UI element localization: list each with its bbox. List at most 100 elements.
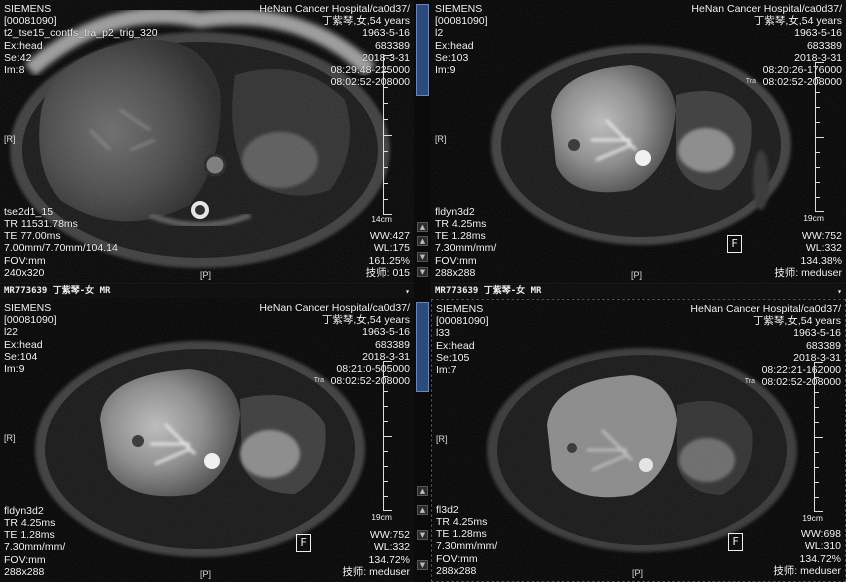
zoom-level: 134.38% xyxy=(800,254,842,267)
window-level: WL:310 xyxy=(804,540,841,553)
orientation-f-marker: F xyxy=(296,534,311,552)
institution: HeNan Cancer Hospital/ca0d37/ xyxy=(259,302,410,314)
scroll-up-arrow-icon[interactable]: ▲ xyxy=(417,222,428,232)
orientation-right-marker: [R] xyxy=(4,134,16,144)
scale-label: 19cm xyxy=(802,513,823,523)
info-bottom-right: WW:698 WL:310 134.72% 技师: meduser xyxy=(773,528,841,577)
series-number: Se:103 xyxy=(435,51,469,64)
patient-id: 683389 xyxy=(805,339,841,352)
manufacturer-label: SIEMENS xyxy=(436,303,484,315)
viewport-scroll-sidebar: ▲ ▲ ▼ ▼ ▲ ▲ ▼ ▼ xyxy=(414,0,431,582)
image-number: Im:8 xyxy=(4,64,25,77)
sequence-type: tse2d1_15 xyxy=(4,205,54,218)
tr-value: TR 4.25ms xyxy=(4,516,56,529)
scale-label: 14cm xyxy=(371,214,392,224)
orientation-tra-marker: Tra xyxy=(744,378,755,385)
technician: 技师: meduser xyxy=(773,564,841,577)
chevron-down-icon[interactable]: ▾ xyxy=(405,285,410,298)
orientation-posterior-marker: [P] xyxy=(200,270,212,280)
patient-id: 683389 xyxy=(374,39,410,52)
scroll-up-arrow-icon[interactable]: ▲ xyxy=(417,236,428,246)
zoom-level: 134.72% xyxy=(799,552,841,565)
sequence-name: t2_tse15_contfs_tra_p2_trig_320 xyxy=(4,27,158,40)
info-bottom-right: WW:752 WL:332 134.38% 技师: meduser xyxy=(774,230,842,279)
slice-thickness: 7.30mm/mm/ xyxy=(436,540,498,553)
chevron-down-icon[interactable]: ▾ xyxy=(837,285,842,298)
te-value: TE 1.28ms xyxy=(4,529,55,542)
institution: HeNan Cancer Hospital/ca0d37/ xyxy=(691,3,842,15)
orientation-posterior-marker: [P] xyxy=(632,568,644,578)
window-width: WW:427 xyxy=(369,230,410,243)
scroll-down-arrow-icon[interactable]: ▼ xyxy=(417,252,428,262)
exam-label: Ex:head xyxy=(435,39,474,52)
scale-ruler xyxy=(383,361,394,511)
series-number: Se:42 xyxy=(4,51,32,64)
viewport-3-title-strip[interactable]: MR773639 丁紫琴-女 MR ▾ xyxy=(0,285,414,298)
orientation-posterior-marker: [P] xyxy=(631,270,643,280)
tag-label: [00081090] xyxy=(4,15,57,28)
scale-ruler xyxy=(815,62,826,212)
viewport-2[interactable]: SIEMENS [00081090] l2 Ex:head Se:103 Im:… xyxy=(431,0,846,283)
tag-label: [00081090] xyxy=(435,15,488,28)
fov-value: FOV:mm xyxy=(4,553,46,566)
te-value: TE 1.28ms xyxy=(436,528,487,541)
institution: HeNan Cancer Hospital/ca0d37/ xyxy=(690,303,841,315)
manufacturer-label: SIEMENS xyxy=(435,3,483,15)
manufacturer-label: SIEMENS xyxy=(4,302,52,314)
zoom-level: 161.25% xyxy=(368,254,410,267)
scale-label: 19cm xyxy=(803,213,824,223)
zoom-level: 134.72% xyxy=(368,553,410,566)
manufacturer-label: SIEMENS xyxy=(4,3,52,15)
window-level: WL:175 xyxy=(373,242,410,255)
scroll-up-arrow-icon[interactable]: ▲ xyxy=(417,486,428,496)
window-level: WL:332 xyxy=(373,541,410,554)
info-bottom-left: fldyn3d2 TR 4.25ms TE 1.28ms 7.30mm/mm/ … xyxy=(435,206,496,279)
viewport-1[interactable]: SIEMENS [00081090] t2_tse15_contfs_tra_p… xyxy=(0,0,414,283)
patient-strip-label: MR773639 丁紫琴-女 MR xyxy=(4,286,111,296)
orientation-right-marker: [R] xyxy=(4,433,16,443)
slice-thickness: 7.30mm/mm/ xyxy=(4,541,66,554)
info-top-left: SIEMENS [00081090] l33 Ex:head Se:105 Im… xyxy=(436,303,489,376)
birth-date: 1963-5-16 xyxy=(362,27,410,40)
scrollbar-thumb-bottom[interactable] xyxy=(416,302,429,392)
patient-strip-label: MR773639 丁紫琴-女 MR xyxy=(435,286,542,296)
patient-info: 丁紫琴,女,54 years xyxy=(321,15,410,28)
info-bottom-left: tse2d1_15 TR 11531.78ms TE 77.00ms 7.00m… xyxy=(4,206,118,279)
tr-value: TR 4.25ms xyxy=(436,515,488,528)
sequence-name: l33 xyxy=(436,327,451,340)
tag-label: [00081090] xyxy=(436,315,489,328)
technician: 技师: 015 xyxy=(365,266,410,279)
te-value: TE 77.00ms xyxy=(4,230,61,243)
viewport-4[interactable]: SIEMENS [00081090] l33 Ex:head Se:105 Im… xyxy=(431,299,846,582)
scrollbar-thumb-top[interactable] xyxy=(416,4,429,96)
info-bottom-right: WW:427 WL:175 161.25% 技师: 015 xyxy=(366,230,410,279)
exam-label: Ex:head xyxy=(4,338,43,351)
scroll-down-arrow-icon[interactable]: ▼ xyxy=(417,560,428,570)
te-value: TE 1.28ms xyxy=(435,230,486,243)
info-bottom-right: WW:752 WL:332 134.72% 技师: meduser xyxy=(342,529,410,578)
birth-date: 1963-5-16 xyxy=(794,27,842,40)
slice-thickness: 7.30mm/mm/ xyxy=(435,242,497,255)
fov-value: FOV:mm xyxy=(4,254,46,267)
matrix-size: 288x288 xyxy=(4,565,45,578)
matrix-size: 240x320 xyxy=(4,266,45,279)
scroll-down-arrow-icon[interactable]: ▼ xyxy=(417,267,428,277)
series-number: Se:105 xyxy=(436,351,470,364)
scroll-down-arrow-icon[interactable]: ▼ xyxy=(417,530,428,540)
image-number: Im:9 xyxy=(4,363,25,376)
patient-info: 丁紫琴,女,54 years xyxy=(753,15,842,28)
info-top-left: SIEMENS [00081090] t2_tse15_contfs_tra_p… xyxy=(4,3,158,76)
birth-date: 1963-5-16 xyxy=(362,326,410,339)
sequence-name: l22 xyxy=(4,326,19,339)
fov-value: FOV:mm xyxy=(435,254,477,267)
scroll-up-arrow-icon[interactable]: ▲ xyxy=(417,505,428,515)
tag-label: [00081090] xyxy=(4,314,57,327)
exam-label: Ex:head xyxy=(4,39,43,52)
slice-thickness: 7.00mm/7.70mm/104.14 xyxy=(4,242,118,255)
institution: HeNan Cancer Hospital/ca0d37/ xyxy=(259,3,410,15)
viewport-3[interactable]: SIEMENS [00081090] l22 Ex:head Se:104 Im… xyxy=(0,299,414,582)
viewport-4-title-strip[interactable]: MR773639 丁紫琴-女 MR ▾ xyxy=(431,285,846,298)
patient-info: 丁紫琴,女,54 years xyxy=(321,314,410,327)
orientation-tra-marker: Tra xyxy=(313,377,324,384)
window-level: WL:332 xyxy=(805,242,842,255)
